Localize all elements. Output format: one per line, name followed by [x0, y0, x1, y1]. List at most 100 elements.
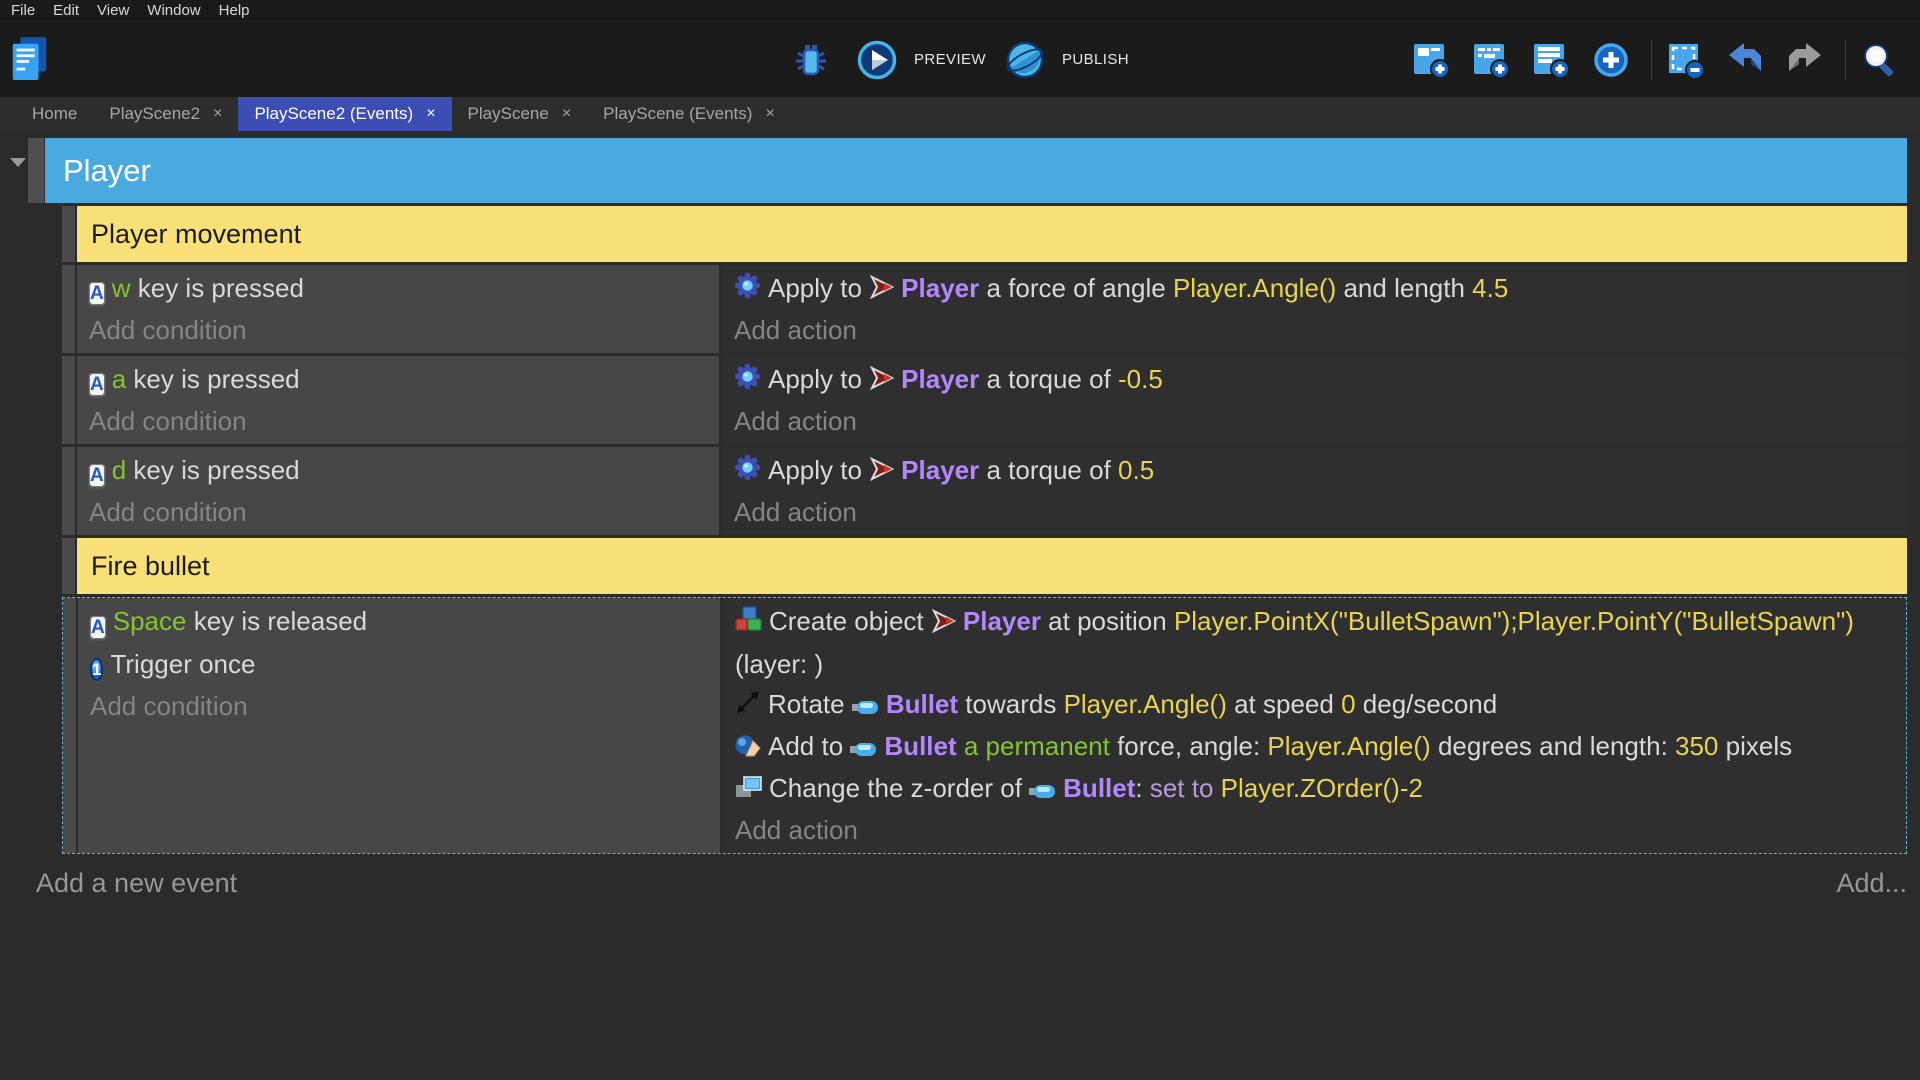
tab-playscene-events[interactable]: PlayScene (Events) ×	[587, 97, 791, 131]
action-instruction[interactable]: Create object Player at position Player.…	[735, 601, 1898, 683]
text-segment: towards	[958, 688, 1064, 719]
group-title[interactable]: Player	[45, 138, 1907, 203]
add-new-event-link[interactable]: Add a new event	[36, 868, 237, 899]
add-subevent-button[interactable]	[1471, 40, 1518, 80]
menu-item-help[interactable]: Help	[210, 2, 259, 19]
text-segment: Bullet	[1063, 772, 1136, 803]
menu-item-window[interactable]: Window	[138, 2, 209, 19]
menu-item-view[interactable]: View	[88, 2, 138, 19]
player-object-icon	[869, 452, 895, 492]
condition-instruction[interactable]: Aw key is pressed	[89, 268, 711, 310]
event-drag-handle[interactable]	[63, 598, 76, 853]
condition-instruction[interactable]: Aa key is pressed	[89, 359, 711, 401]
keyboard-icon: A	[89, 464, 105, 488]
player-object-icon	[869, 270, 895, 310]
close-icon[interactable]: ×	[765, 105, 774, 123]
publish-button[interactable]: PUBLISH	[1004, 39, 1129, 81]
delete-selection-button[interactable]	[1665, 40, 1712, 80]
project-manager-icon	[8, 35, 50, 85]
close-icon[interactable]: ×	[426, 105, 435, 123]
debug-button[interactable]	[791, 40, 838, 80]
project-manager-button[interactable]	[8, 35, 57, 85]
text-segment: Player.Angle()	[1172, 273, 1337, 303]
action-instruction[interactable]: Apply to Player a torque of -0.5	[734, 359, 1899, 401]
tab-label: PlayScene2 (Events)	[254, 104, 414, 123]
action-instruction[interactable]: Apply to Player a force of angle Player.…	[734, 268, 1899, 310]
text-segment: deg/second	[1355, 688, 1498, 719]
event-drag-handle[interactable]	[62, 447, 75, 536]
tab-playscene2[interactable]: PlayScene2 ×	[93, 97, 238, 131]
add-condition-link[interactable]: Add condition	[89, 310, 711, 350]
action-instruction[interactable]: Apply to Player a torque of 0.5	[734, 450, 1899, 492]
group-label[interactable]: Player movement	[77, 206, 1907, 262]
add-action-link[interactable]: Add action	[734, 310, 1899, 350]
text-segment: key is pressed	[126, 455, 300, 486]
player-object-icon	[931, 604, 957, 644]
close-icon[interactable]: ×	[213, 105, 222, 123]
add-condition-link[interactable]: Add condition	[90, 686, 712, 726]
conditions-cell: Ad key is pressed Add condition	[77, 447, 719, 536]
redo-button[interactable]	[1785, 40, 1832, 80]
text-segment: (layer: )	[735, 648, 824, 679]
menu-item-edit[interactable]: Edit	[44, 2, 88, 19]
close-icon[interactable]: ×	[562, 105, 571, 123]
text-segment: key is pressed	[126, 364, 300, 395]
tab-label: PlayScene2	[109, 104, 201, 123]
condition-instruction[interactable]: Ad key is pressed	[89, 450, 711, 492]
text-segment: at position	[1040, 606, 1174, 637]
tab-playscene[interactable]: PlayScene ×	[452, 97, 588, 131]
group-label[interactable]: Fire bullet	[77, 538, 1907, 595]
undo-button[interactable]	[1725, 40, 1772, 80]
text-segment: pixels	[1718, 730, 1793, 761]
text-segment: set to	[1149, 772, 1221, 803]
add-action-link[interactable]: Add action	[735, 810, 1898, 850]
text-segment: 0	[1341, 688, 1356, 719]
action-instruction[interactable]: Rotate Bullet towards Player.Angle() at …	[735, 684, 1898, 726]
event-drag-handle[interactable]	[62, 356, 75, 445]
group-drag-handle[interactable]	[28, 138, 44, 203]
choose-event-button[interactable]	[1591, 40, 1638, 80]
publish-icon	[1004, 39, 1046, 81]
text-segment: Change the z-order of	[769, 772, 1030, 803]
text-segment: a	[111, 364, 127, 395]
text-segment: 0.5	[1118, 455, 1155, 486]
preview-icon	[856, 39, 898, 81]
menu-item-file[interactable]: File	[2, 2, 44, 19]
add-event-button[interactable]	[1411, 40, 1458, 80]
event-drag-handle[interactable]	[62, 265, 75, 354]
search-button[interactable]	[1859, 40, 1906, 80]
add-more-link[interactable]: Add...	[1836, 868, 1907, 899]
action-instruction[interactable]: Add to Bullet a permanent force, angle: …	[735, 726, 1898, 768]
add-condition-link[interactable]: Add condition	[89, 492, 711, 532]
zorder-icon	[735, 770, 762, 810]
tab-playscene2-events[interactable]: PlayScene2 (Events) ×	[238, 97, 452, 131]
chevron-down-icon[interactable]	[10, 158, 26, 167]
actions-cell: Apply to Player a force of angle Player.…	[722, 265, 1907, 354]
text-segment: Apply to	[768, 455, 870, 486]
add-action-link[interactable]: Add action	[734, 401, 1899, 441]
physics-icon	[734, 270, 761, 310]
condition-instruction[interactable]: 1 Trigger once	[90, 644, 712, 686]
condition-instruction[interactable]: A Space key is released	[90, 601, 712, 643]
event-cells: Ad key is pressed Add condition Apply to P…	[77, 447, 1907, 536]
keyboard-icon: A	[89, 282, 105, 306]
tab-home[interactable]: Home	[16, 97, 93, 131]
events-sheet: Player Player movement Aw key is pressed A…	[0, 131, 1920, 899]
text-segment: Bullet	[885, 688, 959, 719]
event-drag-handle[interactable]	[62, 206, 75, 262]
preview-button[interactable]: PREVIEW	[856, 39, 986, 81]
text-segment: 350	[1675, 730, 1719, 761]
redo-icon	[1785, 40, 1825, 80]
add-comment-button[interactable]	[1531, 40, 1578, 80]
physics-icon	[734, 361, 761, 401]
text-segment: a permanent	[956, 730, 1110, 761]
add-subevent-icon	[1471, 40, 1511, 80]
event-row: A Space key is released 1 Trigger once Add c…	[62, 597, 1907, 854]
add-action-link[interactable]: Add action	[734, 492, 1899, 532]
add-condition-link[interactable]: Add condition	[89, 401, 711, 441]
action-instruction[interactable]: Change the z-order of Bullet: set to Pla…	[735, 768, 1898, 810]
event-drag-handle[interactable]	[62, 538, 75, 595]
text-segment: degrees and length:	[1430, 730, 1676, 761]
bullet-object-icon	[851, 686, 879, 726]
toolbar-right	[1411, 39, 1920, 80]
